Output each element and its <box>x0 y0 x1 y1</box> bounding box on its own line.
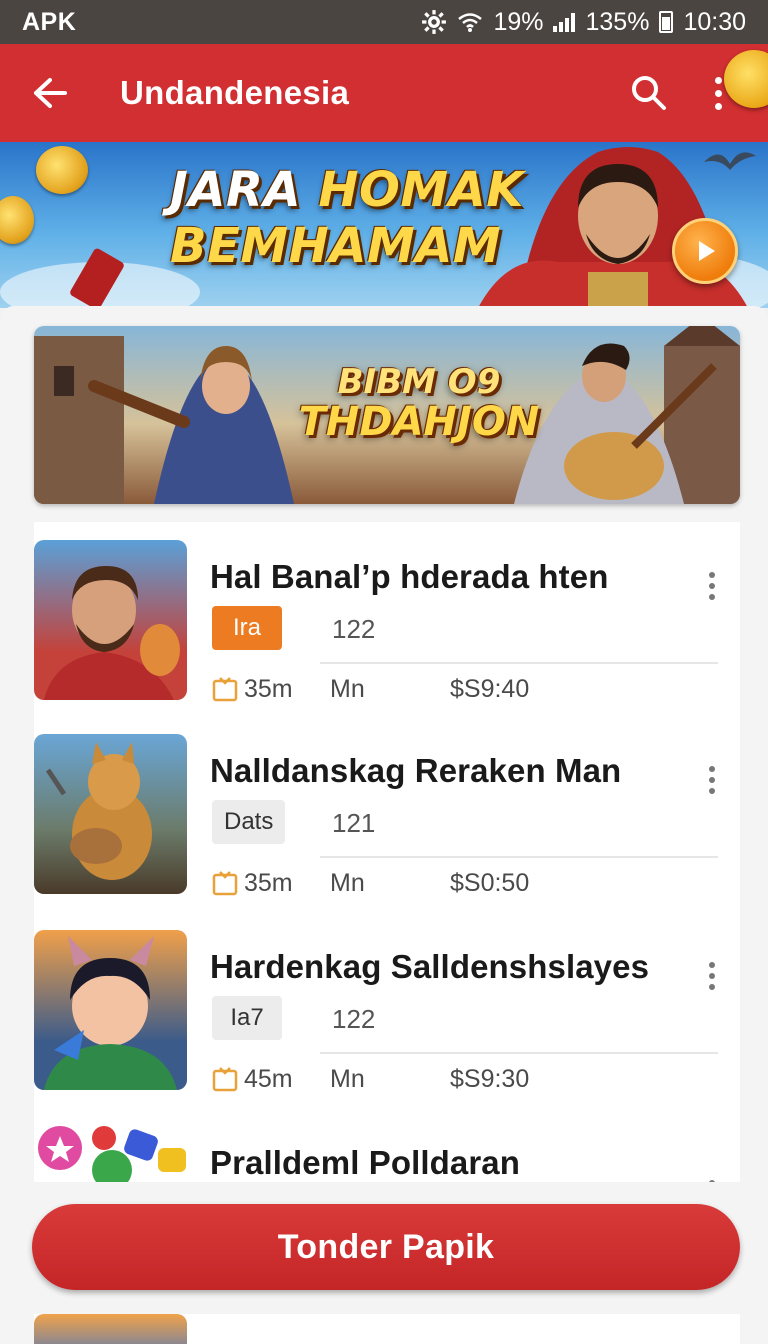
item-title: Hal Banal’p hderada hten <box>210 558 609 595</box>
promo-title: BIBM O9 THDAHJON <box>298 362 540 445</box>
divider <box>320 856 718 858</box>
item-price: $S0:50 <box>450 868 530 897</box>
item-count: 122 <box>332 1004 376 1034</box>
item-label: Mn <box>330 868 365 897</box>
game-thumbnail <box>34 930 187 1090</box>
search-icon <box>632 76 666 110</box>
item-tag: Dats <box>212 800 286 844</box>
list-item[interactable]: Hardenkag Salldenshslayes Ia7 122 45m Mn… <box>34 912 740 1108</box>
item-label: Mn <box>330 1064 365 1093</box>
status-icons: 19% 135% 10:30 <box>421 8 746 37</box>
item-count: 121 <box>332 808 376 838</box>
list-item[interactable]: Pralldeml Polldaran <box>34 1108 740 1182</box>
item-meta: 45m Mn $S9:30 <box>212 1062 529 1096</box>
coin-icon <box>36 146 88 194</box>
list-item[interactable]: Nalldanskag Reraken Man Dats 121 35m Mn … <box>34 716 740 912</box>
item-price: $S9:30 <box>450 1064 530 1093</box>
battery-icon <box>659 11 674 33</box>
item-title: Pralldeml Polldaran <box>210 1144 521 1181</box>
status-time: 10:30 <box>683 7 746 36</box>
battery-percent: 135% <box>585 7 650 36</box>
game-thumbnail <box>34 734 187 894</box>
item-title: Hardenkag Salldenshslayes <box>210 948 650 985</box>
item-duration: 45m <box>244 1064 293 1093</box>
app-bar: Undandenesia <box>0 44 768 142</box>
game-thumbnail <box>34 540 187 700</box>
item-title: Nalldanskag Reraken Man <box>210 752 622 789</box>
status-apk-label: APK <box>22 7 77 36</box>
more-vert-icon[interactable] <box>700 760 724 800</box>
item-tag: Ia7 <box>212 996 282 1040</box>
hero-title: JARA HOMAK BEMHAMAM <box>170 162 524 274</box>
more-vert-icon[interactable] <box>700 1174 724 1182</box>
clock-icon <box>212 871 238 896</box>
item-tag: Ira <box>212 606 282 650</box>
list-item[interactable]: Hal Banal’p hderada hten Ira 122 35m Mn … <box>34 522 740 718</box>
status-bar: APK 19% 135% 10:30 <box>0 0 768 44</box>
app-title: Undandenesia <box>120 74 350 111</box>
wifi-percent: 19% <box>493 7 544 36</box>
wifi-icon <box>457 11 483 33</box>
item-meta: 35m Mn $S9:40 <box>212 672 529 706</box>
clock-icon <box>212 677 238 702</box>
promo-banner[interactable]: BIBM O9 THDAHJON <box>34 326 740 504</box>
play-icon <box>699 241 715 261</box>
game-list: Hal Banal’p hderada hten Ira 122 35m Mn … <box>34 522 740 1182</box>
more-vert-icon[interactable] <box>700 956 724 996</box>
primary-action-button[interactable]: Tonder Papik <box>32 1204 740 1290</box>
signal-icon <box>553 12 576 32</box>
coin-icon <box>0 196 34 244</box>
hero-banner[interactable]: JARA HOMAK BEMHAMAM <box>0 142 768 308</box>
play-button[interactable] <box>672 218 738 284</box>
item-label: Mn <box>330 674 365 703</box>
back-arrow-icon <box>34 78 67 108</box>
settings-gear-icon <box>421 9 447 35</box>
divider <box>320 662 718 664</box>
divider <box>320 1052 718 1054</box>
more-vert-icon[interactable] <box>700 566 724 606</box>
item-count: 122 <box>332 614 376 644</box>
item-meta: 35m Mn $S0:50 <box>212 866 529 900</box>
item-duration: 35m <box>244 868 293 897</box>
search-button[interactable] <box>620 64 678 122</box>
item-price: $S9:40 <box>450 674 530 703</box>
game-thumbnail <box>34 1118 187 1182</box>
back-button[interactable] <box>0 44 100 142</box>
item-duration: 35m <box>244 674 293 703</box>
list-item-peek <box>34 1314 740 1344</box>
clock-icon <box>212 1067 238 1092</box>
game-thumbnail <box>34 1314 187 1344</box>
